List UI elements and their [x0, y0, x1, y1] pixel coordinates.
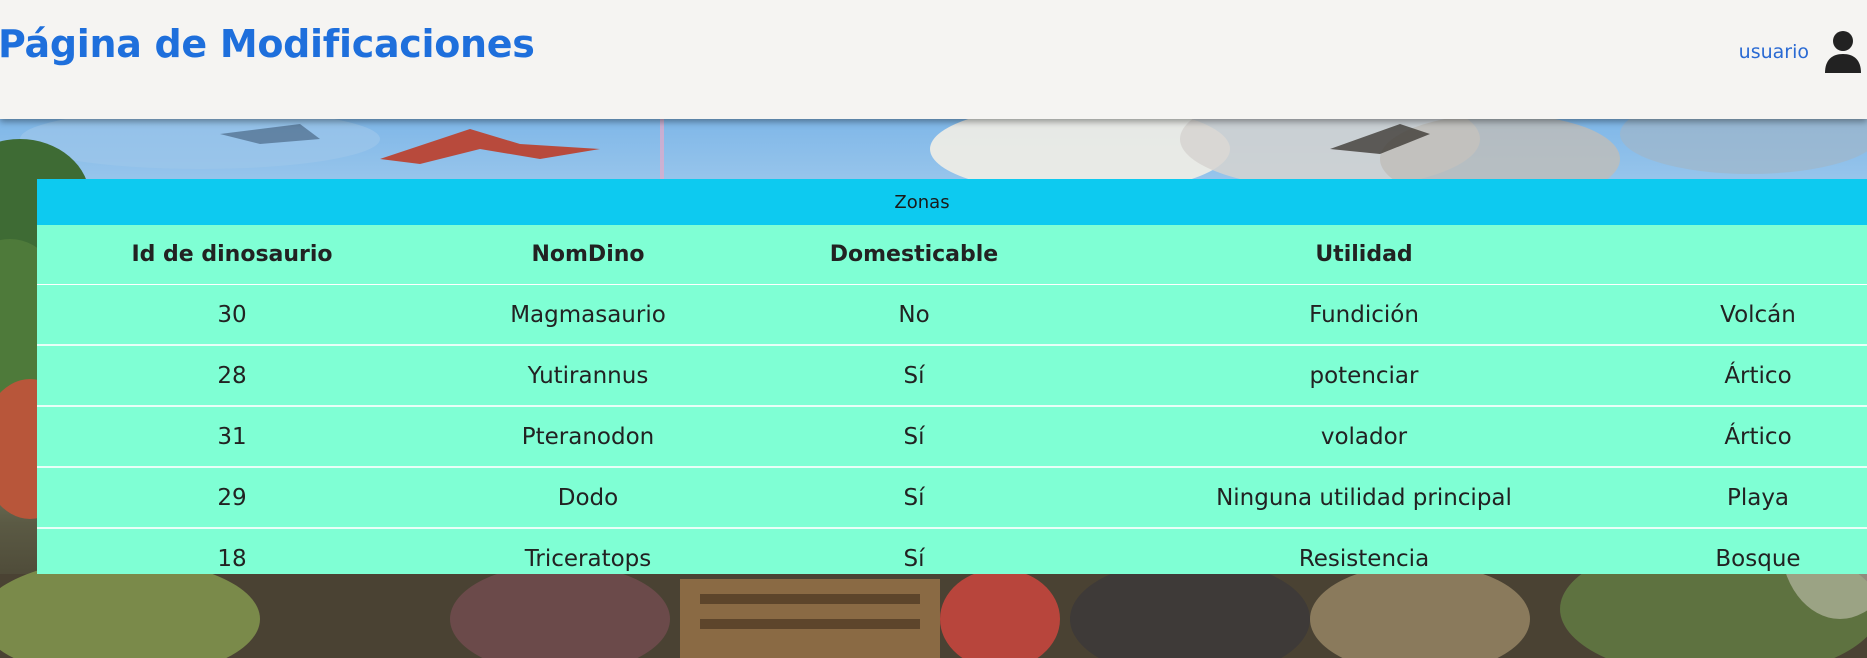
table-cell: Ártico: [1649, 345, 1867, 407]
table-row: 18 Triceratops Sí Resistencia Bosque: [37, 528, 1867, 588]
table-cell: volador: [1079, 406, 1649, 468]
table-cell: Bosque: [1715, 545, 1801, 572]
table-cell: Dodo: [427, 467, 749, 529]
table-cell: Fundición: [1079, 284, 1649, 346]
table-cell: Pteranodon: [427, 406, 749, 468]
page: Página de Modificaciones usuario Zonas I…: [0, 0, 1867, 658]
table-cell: Ártico: [1649, 406, 1867, 468]
column-header: [1649, 225, 1867, 285]
table-cell: Sí: [903, 545, 925, 572]
table-cell: Triceratops: [524, 545, 652, 572]
table-cell: Sí: [749, 345, 1079, 407]
table-cell: No: [749, 284, 1079, 346]
table-cell: Resistencia: [1298, 545, 1430, 572]
user-link[interactable]: usuario: [1739, 41, 1809, 63]
table-cell: Sí: [749, 467, 1079, 529]
page-title: Página de Modificaciones: [0, 22, 535, 66]
table-cell: Ninguna utilidad principal: [1079, 467, 1649, 529]
table-header-row: Id de dinosaurio NomDino Domesticable Ut…: [37, 225, 1867, 285]
table-row: 28 Yutirannus Sí potenciar Ártico: [37, 345, 1867, 407]
table-cell: Playa: [1649, 467, 1867, 529]
column-header: Utilidad: [1079, 225, 1649, 285]
table-caption: Zonas: [37, 179, 1867, 225]
table-cell: 28: [37, 345, 427, 407]
table-cell: potenciar: [1079, 345, 1649, 407]
table-cell: Sí: [749, 406, 1079, 468]
user-silhouette-icon[interactable]: [1823, 30, 1863, 74]
table-row: 30 Magmasaurio No Fundición Volcán: [37, 284, 1867, 346]
table-cell: 29: [37, 467, 427, 529]
zones-table-panel: Zonas Id de dinosaurio NomDino Domestica…: [37, 179, 1867, 574]
top-header: Página de Modificaciones usuario: [0, 0, 1867, 119]
table-row: 29 Dodo Sí Ninguna utilidad principal Pl…: [37, 467, 1867, 529]
user-menu[interactable]: usuario: [1739, 30, 1863, 74]
dinosaur-table: Id de dinosaurio NomDino Domesticable Ut…: [37, 225, 1867, 588]
column-header: NomDino: [427, 225, 749, 285]
table-cell: Yutirannus: [427, 345, 749, 407]
table-row: 31 Pteranodon Sí volador Ártico: [37, 406, 1867, 468]
column-header: Id de dinosaurio: [37, 225, 427, 285]
table-cell: 18: [217, 545, 247, 572]
table-cell: Volcán: [1649, 284, 1867, 346]
table-cell: 31: [37, 406, 427, 468]
table-cell: Magmasaurio: [427, 284, 749, 346]
table-cell: 30: [37, 284, 427, 346]
column-header: Domesticable: [749, 225, 1079, 285]
